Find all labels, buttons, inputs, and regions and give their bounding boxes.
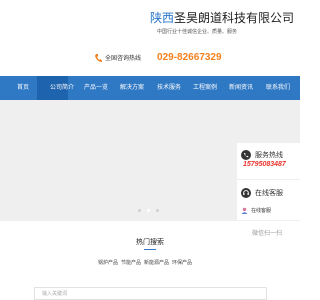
hot-link-environmental[interactable]: 环保产品 [172, 259, 192, 266]
headset-icon [241, 188, 251, 198]
nav-item-tech-service[interactable]: 技术服务 [157, 76, 181, 100]
hot-search-underline [144, 249, 156, 250]
company-title-highlight: 陕西 [150, 11, 175, 25]
telephone-icon [241, 150, 251, 160]
hot-link-energy-saving[interactable]: 节能产品 [121, 259, 141, 266]
hot-search-title: 热门搜索 [136, 239, 164, 246]
phone-label: 全国咨询热线 [105, 56, 142, 62]
online-service-row[interactable]: 在线客服 [241, 188, 283, 198]
banner-dot-3[interactable] [156, 209, 159, 212]
side-divider [237, 179, 300, 180]
hotline-row: 服务热线 [241, 150, 283, 160]
company-slogan: 中国行业十佳诚信企业、质量、服务 [157, 29, 238, 35]
company-title: 陕西圣昊朗道科技有限公司 [150, 11, 294, 25]
banner-dot-1[interactable] [138, 209, 141, 212]
nav-item-about[interactable]: 公司简介 [37, 76, 74, 100]
banner-dot-2[interactable] [147, 209, 150, 212]
header-phone: 全国咨询热线 029-82667329 [94, 52, 222, 63]
online-service-label: 在线客服 [255, 190, 283, 197]
nav-item-products[interactable]: 产品一览 [84, 76, 108, 100]
hotline-label: 服务热线 [255, 152, 283, 159]
phone-number[interactable]: 029-82667329 [157, 52, 222, 63]
wechat-qr-button[interactable]: 微信扫一扫 [252, 228, 282, 237]
nav-item-solutions[interactable]: 解决方案 [120, 76, 144, 100]
agent-avatar-icon [241, 207, 248, 214]
hotline-number[interactable]: 15795083487 [243, 161, 286, 168]
main-nav: 首页 公司简介 产品一览 解决方案 技术服务 工程案例 新闻资讯 联系我们 [0, 76, 300, 100]
agent-entry[interactable]: 在线客服 [241, 207, 271, 214]
hot-link-boiler[interactable]: 锅炉产品 [98, 259, 118, 266]
phone-icon [95, 53, 102, 62]
nav-item-news[interactable]: 新闻资讯 [229, 76, 253, 100]
nav-item-cases[interactable]: 工程案例 [193, 76, 217, 100]
company-title-rest: 圣昊朗道科技有限公司 [174, 11, 295, 25]
banner-pagination [138, 209, 159, 212]
agent-label: 在线客服 [251, 208, 272, 214]
search-bar [34, 287, 267, 300]
nav-item-home[interactable]: 首页 [17, 76, 29, 100]
nav-item-contact[interactable]: 联系我们 [266, 76, 290, 100]
side-contact-panel: 服务热线 在线客服 在线客服 [237, 143, 300, 220]
hot-search-links: 锅炉产品 节能产品 新能源产品 环保产品 [98, 259, 192, 266]
hot-link-new-energy[interactable]: 新能源产品 [144, 259, 169, 266]
search-input[interactable] [35, 288, 266, 299]
